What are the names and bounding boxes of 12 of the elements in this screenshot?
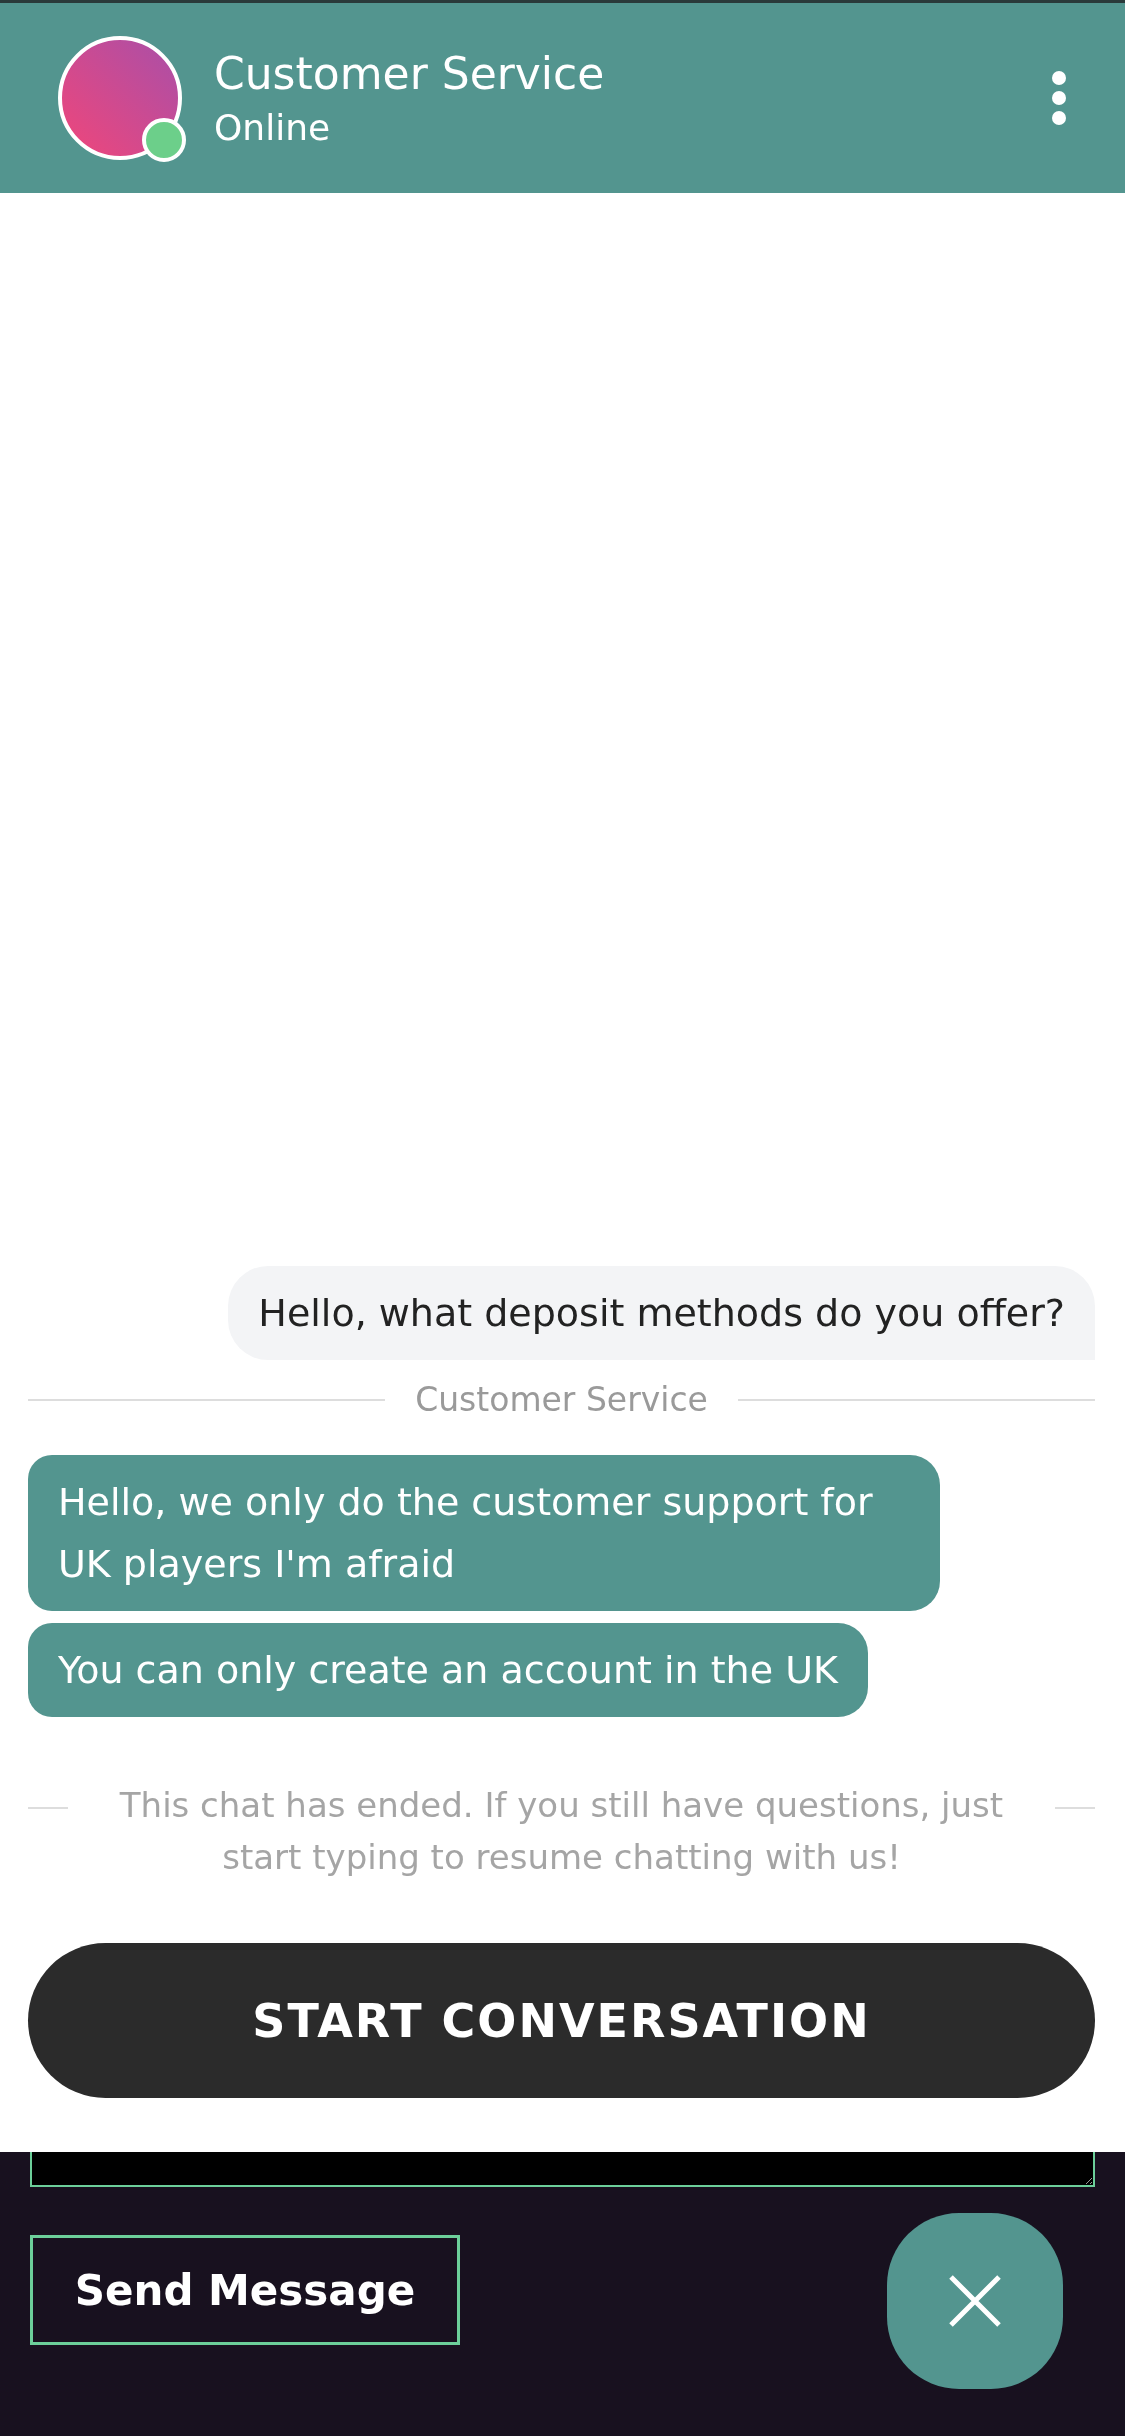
message-input[interactable]: [30, 2152, 1095, 2187]
agent-status: Online: [214, 107, 332, 148]
agent-message: You can only create an account in the UK: [28, 1623, 868, 1717]
sender-label: Customer Service: [415, 1380, 708, 1419]
more-options-icon[interactable]: [1051, 70, 1067, 126]
chat-ended-notice: This chat has ended. If you still have questions, just start typing to resume chatting with us!: [118, 1784, 1005, 1879]
close-icon: [947, 2273, 1003, 2329]
agent-message: Hello, we only do the customer support for UK players I'm afraid: [28, 1455, 940, 1611]
send-message-button[interactable]: Send Message: [30, 2235, 460, 2345]
agent-name: Customer Service: [214, 48, 606, 99]
user-message: Hello, what deposit methods do you offer?: [228, 1266, 1095, 1360]
start-conversation-button[interactable]: START CONVERSATION: [28, 1943, 1095, 2098]
